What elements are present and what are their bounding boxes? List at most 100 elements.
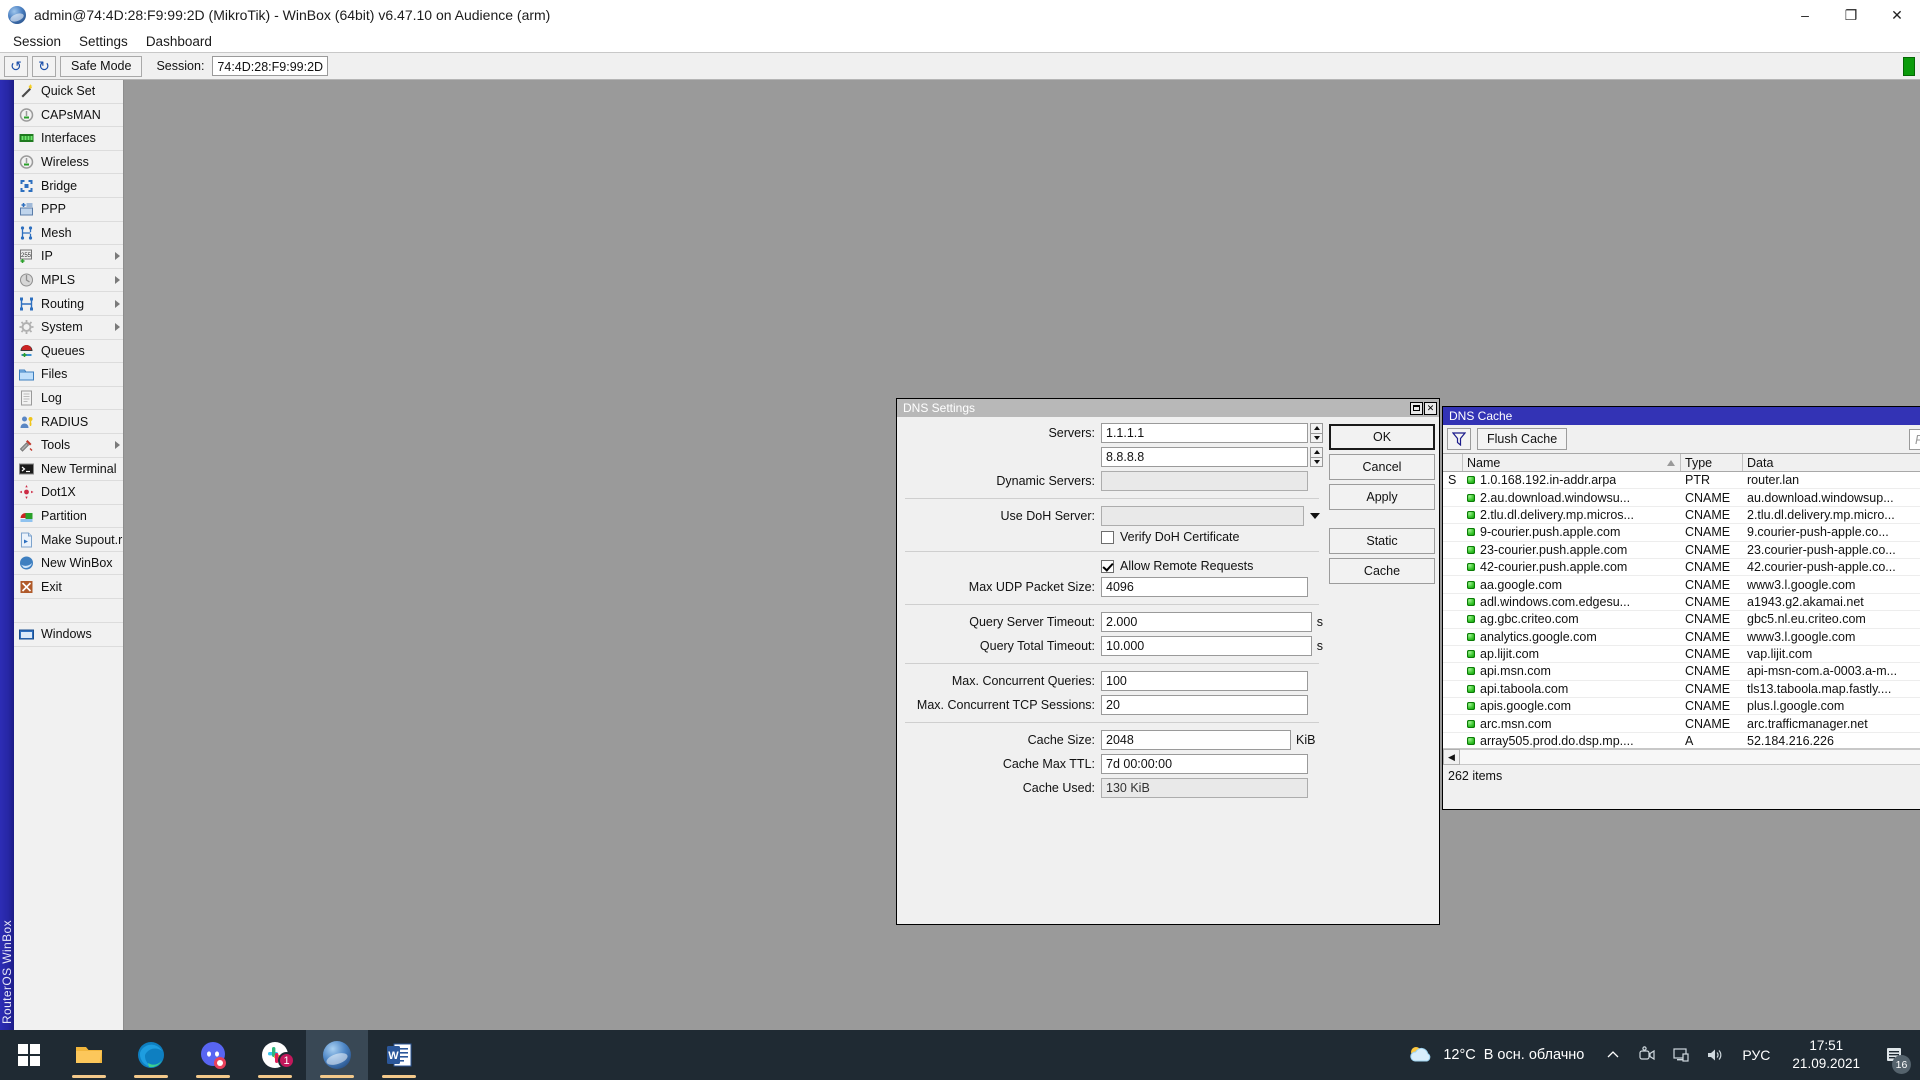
safe-mode-button[interactable]: Safe Mode	[60, 55, 143, 77]
show-hidden-icons-button[interactable]	[1596, 1030, 1630, 1080]
doh-server-dropdown-icon[interactable]	[1307, 506, 1323, 526]
dns-settings-titlebar[interactable]: DNS Settings ✕	[897, 399, 1439, 417]
cache-button[interactable]: Cache	[1329, 558, 1435, 584]
table-row[interactable]: 2.au.download.windowsu... CNAME au.downloa…	[1443, 489, 1920, 507]
column-header-data[interactable]: Data	[1743, 454, 1920, 471]
table-row[interactable]: analytics.google.com CNAME www3.l.google.c…	[1443, 629, 1920, 646]
table-row[interactable]: api.msn.com CNAME api-msn-com.a-0003.a-m..…	[1443, 663, 1920, 681]
static-button[interactable]: Static	[1329, 528, 1435, 554]
notification-center-button[interactable]: 16	[1872, 1030, 1916, 1080]
sidebar-item-files[interactable]: Files	[14, 363, 123, 387]
taskbar-file-explorer[interactable]	[58, 1030, 120, 1080]
sidebar-item-new-winbox[interactable]: New WinBox	[14, 552, 123, 576]
doh-server-input[interactable]	[1101, 506, 1304, 526]
table-row[interactable]: adl.windows.com.edgesu... CNAME a1943.g2.a…	[1443, 594, 1920, 612]
servers-spin-up-1[interactable]	[1310, 423, 1323, 433]
table-row[interactable]: S1.0.168.192.in-addr.arpaPTRrouter.lan1d…	[1443, 472, 1920, 490]
taskbar-winbox[interactable]	[306, 1030, 368, 1080]
sidebar-item-capsman[interactable]: CAPsMAN	[14, 104, 123, 128]
servers-spin-down-2[interactable]	[1310, 456, 1323, 467]
table-row[interactable]: arc.msn.comCNAMEarc.trafficmanager.net00…	[1443, 715, 1920, 733]
sidebar-item-ppp[interactable]: PPP	[14, 198, 123, 222]
undo-button[interactable]: ↺	[4, 55, 28, 77]
menu-dashboard[interactable]: Dashboard	[137, 32, 221, 51]
table-row[interactable]: 42-courier.push.apple.com CNAME 42.courier…	[1443, 559, 1920, 577]
dns-settings-close-button[interactable]: ✕	[1424, 401, 1437, 415]
sidebar-item-interfaces[interactable]: Interfaces	[14, 127, 123, 151]
network-tray-button[interactable]	[1664, 1030, 1698, 1080]
table-row[interactable]: 2.tlu.dl.delivery.mp.micros... CNAME 2.tlu…	[1443, 507, 1920, 525]
language-indicator[interactable]: РУС	[1732, 1030, 1780, 1080]
webcam-tray-button[interactable]	[1630, 1030, 1664, 1080]
clock-widget[interactable]: 17:51 21.09.2021	[1780, 1030, 1872, 1080]
menu-session[interactable]: Session	[4, 32, 70, 51]
sidebar-item-new-terminal[interactable]: New Terminal	[14, 458, 123, 482]
close-button[interactable]: ✕	[1874, 0, 1920, 30]
horizontal-scrollbar[interactable]: ◀ ▶	[1443, 748, 1920, 765]
maximize-button[interactable]: ❐	[1828, 0, 1874, 30]
volume-tray-button[interactable]	[1698, 1030, 1732, 1080]
sidebar-item-mpls[interactable]: MPLS	[14, 269, 123, 293]
max-udp-input[interactable]: 4096	[1101, 577, 1308, 597]
start-button[interactable]	[0, 1030, 58, 1080]
filter-button[interactable]	[1447, 428, 1471, 450]
table-row[interactable]: 23-courier.push.apple.com CNAME 23.courier…	[1443, 542, 1920, 559]
servers-spin-down-1[interactable]	[1310, 432, 1323, 443]
cache-max-ttl-input[interactable]: 7d 00:00:00	[1101, 754, 1308, 774]
table-row[interactable]: api.taboola.com CNAME tls13.taboola.map.fa…	[1443, 681, 1920, 699]
horizontal-scroll-track[interactable]	[1460, 749, 1920, 765]
table-row[interactable]: ag.gbc.criteo.com CNAME gbc5.nl.eu.criteo.…	[1443, 611, 1920, 629]
table-row[interactable]: ap.lijit.comCNAMEvap.lijit.com05:21:03	[1443, 646, 1920, 664]
sidebar-item-bridge[interactable]: Bridge	[14, 174, 123, 198]
flush-cache-button[interactable]: Flush Cache	[1477, 428, 1568, 450]
sidebar-item-mesh[interactable]: Mesh	[14, 222, 123, 246]
column-header-name[interactable]: Name	[1463, 454, 1681, 471]
sidebar-item-windows[interactable]: Windows	[14, 623, 123, 647]
servers-input-1[interactable]: 1.1.1.1	[1101, 423, 1308, 443]
sidebar-item-quick-set[interactable]: Quick Set	[14, 80, 123, 104]
servers-spinner-1[interactable]	[1310, 423, 1323, 443]
apply-button[interactable]: Apply	[1329, 484, 1435, 510]
scroll-left-button[interactable]: ◀	[1443, 749, 1460, 765]
taskbar-microsoft-edge[interactable]	[120, 1030, 182, 1080]
max-concurrent-queries-input[interactable]: 100	[1101, 671, 1308, 691]
table-row[interactable]: 9-courier.push.apple.com CNAME 9.courier-p…	[1443, 524, 1920, 542]
session-input[interactable]: 74:4D:28:F9:99:2D	[212, 56, 329, 76]
verify-doh-checkbox[interactable]	[1101, 530, 1114, 544]
taskbar-discord[interactable]	[182, 1030, 244, 1080]
dns-cache-titlebar[interactable]: DNS Cache ✕	[1443, 407, 1920, 425]
sidebar-item-partition[interactable]: Partition	[14, 505, 123, 529]
servers-spinner-2[interactable]	[1310, 447, 1323, 467]
column-header-type[interactable]: Type	[1681, 454, 1743, 471]
column-header-flag[interactable]	[1443, 454, 1463, 471]
sidebar-item-make-supout-rif[interactable]: Make Supout.rif	[14, 528, 123, 552]
ok-button[interactable]: OK	[1329, 424, 1435, 450]
servers-spin-up-2[interactable]	[1310, 447, 1323, 457]
allow-remote-requests-checkbox[interactable]	[1101, 559, 1114, 573]
taskbar-slack[interactable]: 1	[244, 1030, 306, 1080]
servers-input-2[interactable]: 8.8.8.8	[1101, 447, 1308, 467]
redo-button[interactable]: ↻	[32, 55, 56, 77]
cache-size-input[interactable]: 2048	[1101, 730, 1291, 750]
cancel-button[interactable]: Cancel	[1329, 454, 1435, 480]
find-input[interactable]: Find	[1909, 429, 1920, 450]
sidebar-item-exit[interactable]: Exit	[14, 575, 123, 600]
dns-settings-maximize-button[interactable]	[1410, 401, 1423, 415]
sidebar-item-routing[interactable]: Routing	[14, 292, 123, 316]
sidebar-item-radius[interactable]: RADIUS	[14, 410, 123, 434]
weather-widget[interactable]: 12°C В осн. облачно	[1395, 1030, 1596, 1080]
query-server-timeout-input[interactable]: 2.000	[1101, 612, 1312, 632]
query-total-timeout-input[interactable]: 10.000	[1101, 636, 1312, 656]
taskbar-microsoft-word[interactable]: W	[368, 1030, 430, 1080]
menu-settings[interactable]: Settings	[70, 32, 137, 51]
sidebar-item-dot1x[interactable]: Dot1X	[14, 481, 123, 505]
table-row[interactable]: apis.google.comCNAMEplus.l.google.com01:…	[1443, 698, 1920, 716]
sidebar-item-system[interactable]: System	[14, 316, 123, 340]
sidebar-item-tools[interactable]: Tools	[14, 434, 123, 458]
sidebar-item-queues[interactable]: Queues	[14, 340, 123, 364]
sidebar-item-ip[interactable]: 255 IP	[14, 245, 123, 269]
minimize-button[interactable]: –	[1782, 0, 1828, 30]
table-row[interactable]: aa.google.comCNAMEwww3.l.google.com00:01…	[1443, 576, 1920, 594]
max-tcp-sessions-input[interactable]: 20	[1101, 695, 1308, 715]
sidebar-item-wireless[interactable]: Wireless	[14, 151, 123, 175]
